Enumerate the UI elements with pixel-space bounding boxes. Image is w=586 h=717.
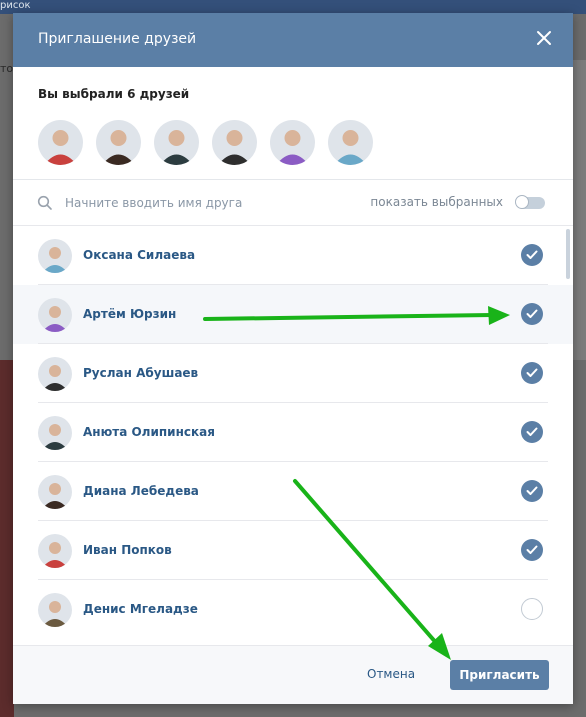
avatar xyxy=(38,534,72,568)
avatar xyxy=(38,357,72,391)
selected-count-label: Вы выбрали 6 друзей xyxy=(38,87,190,101)
search-row: показать выбранных xyxy=(13,180,573,226)
search-icon xyxy=(37,195,52,210)
checked-checkbox[interactable] xyxy=(521,244,543,266)
background-left-block xyxy=(0,360,14,717)
checked-checkbox[interactable] xyxy=(521,421,543,443)
checkmark-icon xyxy=(526,486,538,495)
selected-friends-section: Вы выбрали 6 друзей xyxy=(13,67,573,180)
friend-row[interactable]: Диана Лебедева xyxy=(13,462,573,521)
friend-name[interactable]: Анюта Олипинская xyxy=(83,425,215,439)
avatar-image xyxy=(38,120,83,165)
toggle-knob xyxy=(515,195,529,209)
show-selected-toggle[interactable] xyxy=(515,195,545,209)
checkmark-icon xyxy=(526,309,538,318)
checked-checkbox[interactable] xyxy=(521,539,543,561)
friend-name[interactable]: Диана Лебедева xyxy=(83,484,199,498)
friend-name[interactable]: Руслан Абушаев xyxy=(83,366,198,380)
selected-friend-avatar[interactable] xyxy=(270,120,315,165)
selected-friend-avatar[interactable] xyxy=(154,120,199,165)
friend-row[interactable]: Оксана Силаева xyxy=(13,226,573,285)
selected-friend-avatar[interactable] xyxy=(38,120,83,165)
checked-checkbox[interactable] xyxy=(521,480,543,502)
friend-search-input[interactable] xyxy=(63,190,327,216)
selected-friend-avatar[interactable] xyxy=(328,120,373,165)
show-selected-label: показать выбранных xyxy=(370,195,503,209)
friend-row[interactable]: Денис Мгеладзе xyxy=(13,580,573,639)
avatar xyxy=(38,475,72,509)
friend-name[interactable]: Артём Юрзин xyxy=(83,307,176,321)
avatar-image xyxy=(328,120,373,165)
friend-row[interactable]: Руслан Абушаев xyxy=(13,344,573,403)
checkmark-icon xyxy=(526,368,538,377)
friend-name[interactable]: Денис Мгеладзе xyxy=(83,602,198,616)
checkmark-icon xyxy=(526,545,538,554)
friends-list[interactable]: Оксана Силаева Артём Юрзин Руслан Абушаев А… xyxy=(13,226,573,658)
checked-checkbox[interactable] xyxy=(521,362,543,384)
avatar-image xyxy=(270,120,315,165)
selected-friends-chips xyxy=(38,120,373,165)
avatar-image xyxy=(154,120,199,165)
background-topbar-text: рисок xyxy=(0,0,31,11)
friend-row[interactable]: Иван Попков xyxy=(13,521,573,580)
avatar xyxy=(38,416,72,450)
friend-row[interactable]: Артём Юрзин xyxy=(13,285,573,344)
selected-friend-avatar[interactable] xyxy=(212,120,257,165)
background-left-text: то xyxy=(0,62,14,75)
close-icon xyxy=(537,31,551,45)
avatar-image xyxy=(212,120,257,165)
selected-friend-avatar[interactable] xyxy=(96,120,141,165)
invite-button[interactable]: Пригласить xyxy=(450,660,549,690)
friend-name[interactable]: Оксана Силаева xyxy=(83,248,195,262)
cancel-button[interactable]: Отмена xyxy=(367,667,415,681)
unchecked-checkbox[interactable] xyxy=(521,598,543,620)
avatar xyxy=(38,593,72,627)
background-topbar: рисок xyxy=(0,0,586,14)
friend-row[interactable]: Анюта Олипинская xyxy=(13,403,573,462)
background-right-panel xyxy=(572,60,586,360)
close-button[interactable] xyxy=(533,27,555,49)
avatar-image xyxy=(96,120,141,165)
invite-friends-modal: Приглашение друзей Вы выбрали 6 друзей п… xyxy=(13,13,573,704)
friends-list-scrollbar[interactable] xyxy=(566,229,570,279)
modal-title: Приглашение друзей xyxy=(38,31,197,47)
modal-header: Приглашение друзей xyxy=(13,13,573,67)
checkmark-icon xyxy=(526,250,538,259)
modal-footer: Отмена Пригласить xyxy=(13,645,573,704)
checkmark-icon xyxy=(526,427,538,436)
friend-name[interactable]: Иван Попков xyxy=(83,543,172,557)
avatar xyxy=(38,298,72,332)
avatar xyxy=(38,239,72,273)
checked-checkbox[interactable] xyxy=(521,303,543,325)
